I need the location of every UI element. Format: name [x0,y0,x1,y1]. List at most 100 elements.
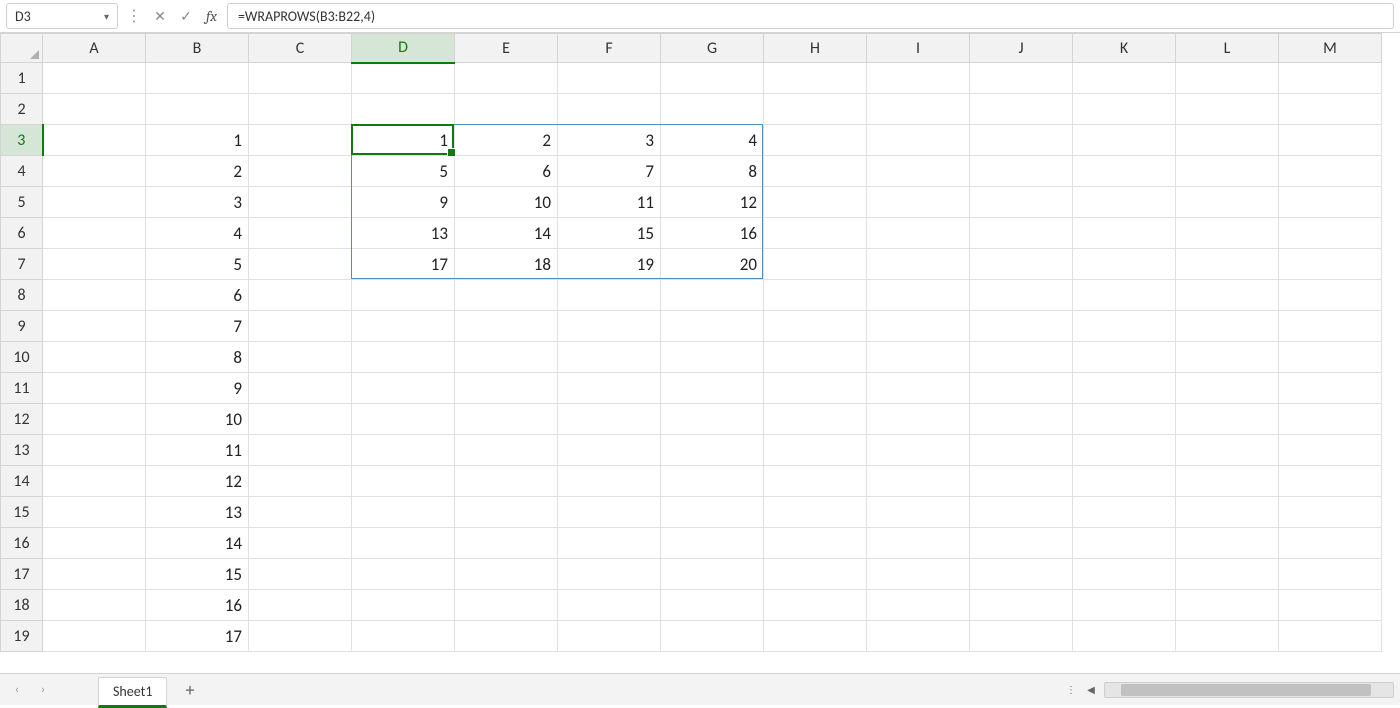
cell[interactable] [661,94,764,125]
cell[interactable] [661,528,764,559]
cell[interactable] [970,590,1073,621]
cell[interactable] [1279,94,1382,125]
cell[interactable]: 3 [558,125,661,156]
cell[interactable] [249,497,352,528]
cell[interactable] [867,528,970,559]
cell[interactable] [1073,466,1176,497]
cell[interactable] [352,404,455,435]
cell[interactable] [661,621,764,652]
sheet-tab[interactable]: Sheet1 [98,677,167,708]
cell[interactable] [867,621,970,652]
cell[interactable] [43,187,146,218]
row-header[interactable]: 17 [1,559,43,590]
row-header[interactable]: 6 [1,218,43,249]
cell[interactable] [455,373,558,404]
cell[interactable] [1279,249,1382,280]
fx-icon[interactable]: fx [202,7,221,25]
cell[interactable]: 8 [661,156,764,187]
cell[interactable]: 12 [146,466,249,497]
cell[interactable] [1176,187,1279,218]
cell[interactable] [1073,590,1176,621]
tab-options-icon[interactable]: ⋮ [1064,683,1078,696]
cell[interactable] [558,559,661,590]
cell[interactable]: 16 [146,590,249,621]
cell[interactable] [455,280,558,311]
cell[interactable] [1279,404,1382,435]
cell[interactable] [249,125,352,156]
cell[interactable]: 17 [352,249,455,280]
cell[interactable] [1279,311,1382,342]
cell[interactable] [1176,373,1279,404]
cell[interactable] [661,435,764,466]
cell[interactable] [867,63,970,94]
cell[interactable] [352,621,455,652]
cell[interactable] [1073,342,1176,373]
cell[interactable] [249,404,352,435]
cell[interactable] [1279,528,1382,559]
cell[interactable] [764,373,867,404]
cell[interactable] [1176,218,1279,249]
cell[interactable] [1176,156,1279,187]
cell[interactable] [1279,497,1382,528]
cell[interactable] [43,63,146,94]
cell[interactable]: 1 [146,125,249,156]
cell[interactable] [558,404,661,435]
cell[interactable]: 7 [558,156,661,187]
cell[interactable] [43,528,146,559]
cell[interactable] [867,404,970,435]
cell[interactable] [970,342,1073,373]
row-header[interactable]: 15 [1,497,43,528]
name-box[interactable]: D3 ▾ [6,3,118,29]
cell[interactable] [352,311,455,342]
cell[interactable] [43,435,146,466]
cell[interactable] [1279,373,1382,404]
cell[interactable] [352,559,455,590]
row-header[interactable]: 5 [1,187,43,218]
cell[interactable] [455,94,558,125]
cell[interactable] [558,590,661,621]
cell[interactable] [455,342,558,373]
cell[interactable] [970,621,1073,652]
cell[interactable] [867,590,970,621]
cell[interactable] [352,94,455,125]
column-header[interactable]: M [1279,34,1382,63]
cell[interactable] [661,466,764,497]
cell[interactable]: 6 [146,280,249,311]
cell[interactable] [455,559,558,590]
cell[interactable] [43,559,146,590]
cell[interactable]: 6 [455,156,558,187]
cell[interactable] [970,125,1073,156]
cell[interactable] [764,218,867,249]
cell[interactable]: 5 [146,249,249,280]
column-header[interactable]: A [43,34,146,63]
cell[interactable] [1073,311,1176,342]
cell[interactable] [43,466,146,497]
cell[interactable] [1073,373,1176,404]
cell[interactable] [43,311,146,342]
cell[interactable] [1279,125,1382,156]
cell[interactable]: 13 [146,497,249,528]
cell[interactable] [867,342,970,373]
cell[interactable]: 14 [146,528,249,559]
cell[interactable] [146,94,249,125]
cell[interactable] [764,466,867,497]
row-header[interactable]: 14 [1,466,43,497]
cell[interactable] [764,621,867,652]
cell[interactable]: 4 [661,125,764,156]
cell[interactable] [970,404,1073,435]
cell[interactable] [1279,621,1382,652]
column-header[interactable]: D [352,34,455,63]
row-header[interactable]: 2 [1,94,43,125]
cell[interactable]: 17 [146,621,249,652]
cell[interactable]: 10 [455,187,558,218]
cell[interactable] [1279,466,1382,497]
column-header[interactable]: B [146,34,249,63]
cell[interactable] [764,280,867,311]
cell[interactable] [970,497,1073,528]
row-header[interactable]: 12 [1,404,43,435]
row-header[interactable]: 11 [1,373,43,404]
cell[interactable] [249,94,352,125]
column-header[interactable]: C [249,34,352,63]
cell[interactable]: 2 [455,125,558,156]
cell[interactable] [352,528,455,559]
